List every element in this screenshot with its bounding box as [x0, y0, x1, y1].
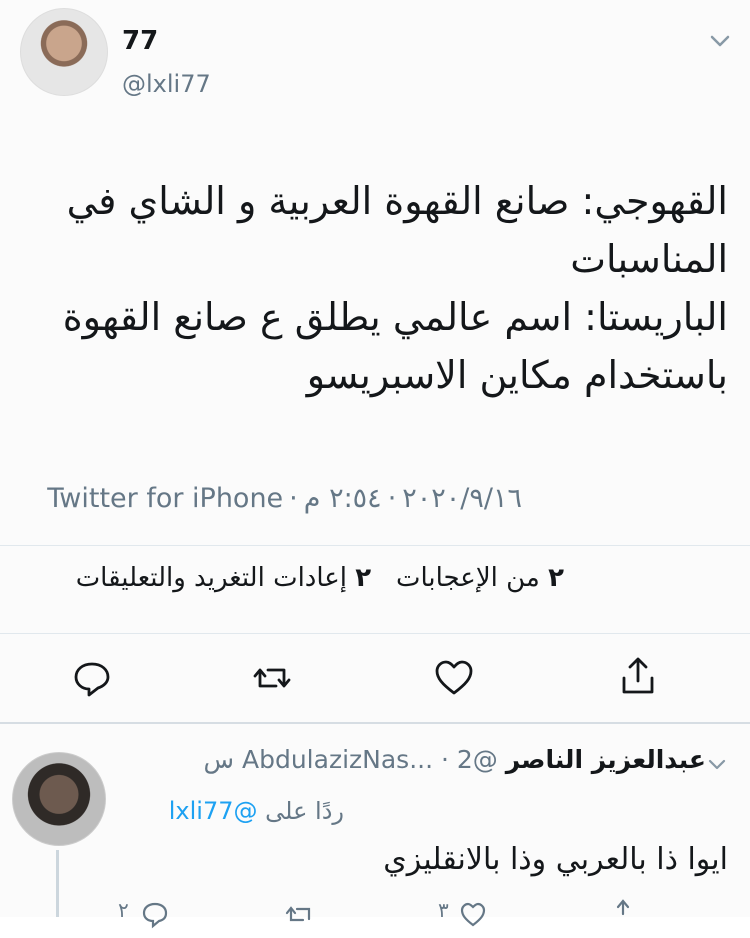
divider	[0, 722, 750, 724]
share-icon[interactable]	[610, 898, 636, 924]
tweet-stats: ٢ من الإعجابات ٢ إعادات التغريد والتعليق…	[76, 563, 564, 593]
replying-to: ردًا على @lxli77	[169, 797, 344, 825]
retweet-icon[interactable]	[284, 900, 316, 930]
thread-line	[56, 850, 59, 917]
tweet-source[interactable]: Twitter for iPhone	[47, 483, 283, 514]
divider	[0, 633, 750, 634]
tweet-text-line: الباريستا: اسم عالمي يطلق ع صانع القهوة	[62, 295, 728, 339]
tweet-text: القهوجي: صانع القهوة العربية و الشاي في …	[38, 172, 728, 404]
tweet-text-line: باستخدام مكاين الاسبريسو	[306, 353, 728, 397]
replying-to-handle[interactable]: @lxli77	[169, 797, 258, 825]
divider	[0, 545, 750, 546]
reply-icon	[142, 902, 168, 929]
author-display-name[interactable]: 77	[122, 26, 158, 56]
retweets-label: إعادات التغريد والتعليقات	[75, 563, 348, 593]
likes-count: ٢	[548, 563, 564, 593]
tweet-time[interactable]: ٢:٥٤ م	[304, 483, 382, 514]
reply-author-name[interactable]: عبدالعزيز الناصر	[506, 745, 706, 774]
reply-reply-count: ٢	[118, 898, 129, 922]
tweet-text-line: المناسبات	[570, 237, 728, 281]
reply-like-count: ٣	[438, 898, 449, 922]
heart-icon[interactable]	[432, 656, 476, 700]
reply-icon[interactable]	[70, 656, 114, 700]
reply-like-action[interactable]: ٣	[438, 898, 498, 938]
heart-icon	[460, 902, 486, 927]
retweets-count: ٢	[355, 563, 372, 593]
retweet-icon[interactable]	[250, 656, 294, 700]
reply-reply-action[interactable]: ٢	[118, 898, 178, 938]
reply-header: عبدالعزيز الناصر @AbdulazizNas... · 2 س	[203, 745, 706, 774]
reply-text: ايوا ذا بالعربي وذا بالانقليزي	[383, 842, 728, 877]
likes-stat[interactable]: ٢ من الإعجابات	[396, 563, 564, 593]
share-icon[interactable]	[616, 654, 660, 698]
author-avatar[interactable]	[20, 8, 108, 96]
likes-label: من الإعجابات	[395, 563, 540, 593]
reply-author-avatar[interactable]	[12, 752, 106, 846]
author-handle[interactable]: @lxli77	[122, 70, 211, 98]
retweets-stat[interactable]: ٢ إعادات التغريد والتعليقات	[76, 563, 371, 593]
tweet-text-line: القهوجي: صانع القهوة العربية و الشاي في	[66, 179, 728, 223]
tweet-meta: Twitter for iPhone · ٢٠٢٠/٩/١٦·٢:٥٤ م	[47, 483, 522, 514]
tweet-date[interactable]: ٢٠٢٠/٩/١٦	[402, 483, 522, 514]
chevron-down-icon[interactable]	[705, 26, 735, 56]
chevron-down-icon[interactable]	[704, 752, 730, 778]
replying-to-prefix: ردًا على	[265, 797, 344, 825]
tweet-card: 77 @lxli77 القهوجي: صانع القهوة العربية …	[0, 0, 750, 929]
